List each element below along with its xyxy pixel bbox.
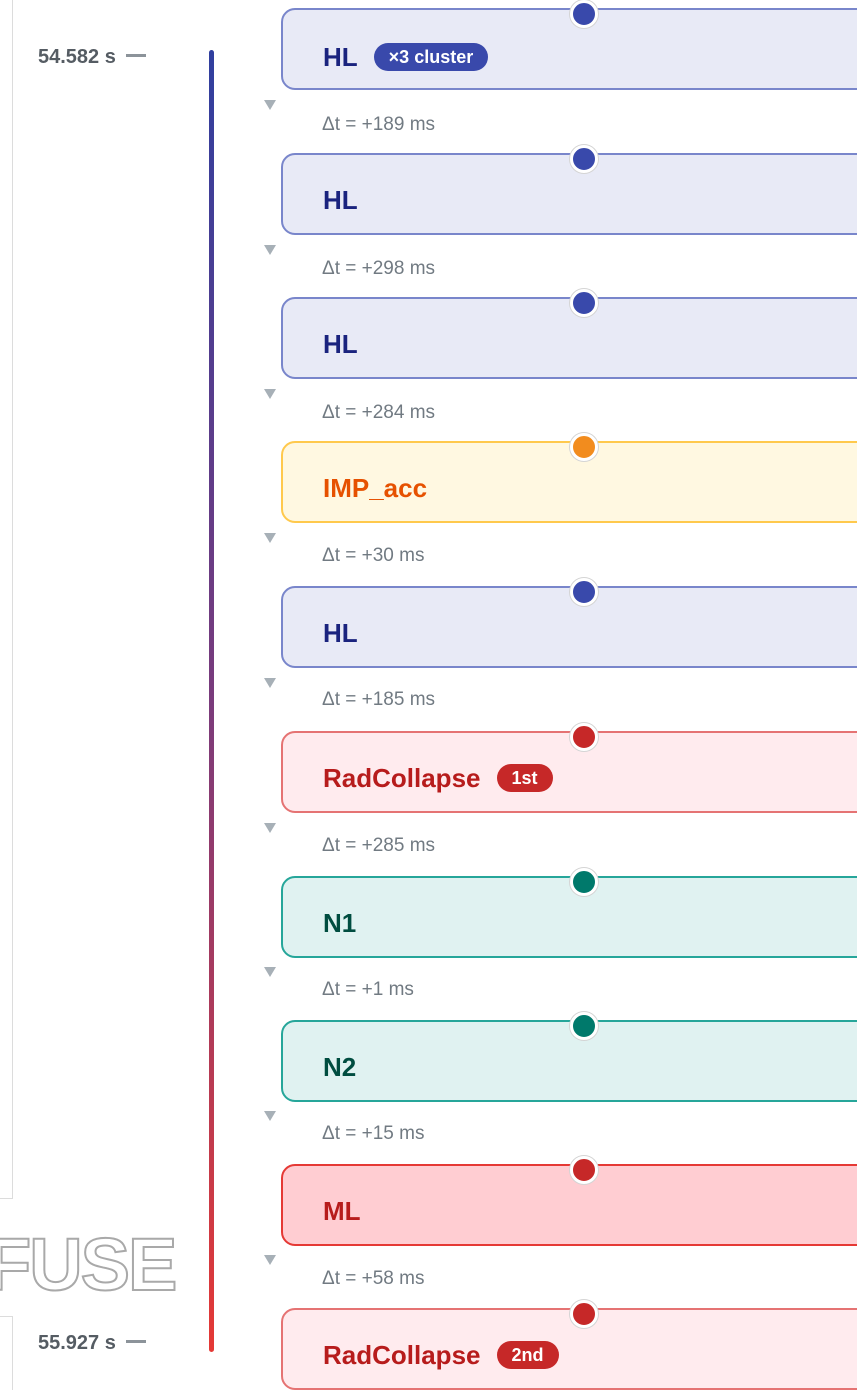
interval-label: Δt = +15 ms <box>322 1123 425 1144</box>
event-marker-dot <box>570 0 598 28</box>
event-marker-dot <box>570 1012 598 1040</box>
event-marker-dot <box>570 433 598 461</box>
sequence-arrow-icon <box>264 1111 276 1121</box>
event-label: N2 <box>323 1052 357 1082</box>
event-card[interactable]: HL <box>281 578 857 668</box>
event-card[interactable]: N2 <box>281 1012 857 1102</box>
interval-label: Δt = +185 ms <box>322 689 436 710</box>
event-card[interactable]: N1 <box>281 868 857 958</box>
sequence-arrow-icon <box>264 389 276 399</box>
event-badge: 2nd <box>496 1341 559 1369</box>
event-label: HL <box>323 185 358 215</box>
sequence-arrow-icon <box>264 533 276 543</box>
interval-label: Δt = +58 ms <box>322 1268 425 1289</box>
event-marker-dot <box>570 1300 598 1328</box>
sequence-arrow-icon <box>264 1255 276 1265</box>
event-marker-dot <box>570 1156 598 1184</box>
sequence-arrow-icon <box>264 823 276 833</box>
end-time-label: 55.927 s <box>38 1332 146 1355</box>
event-label: HL <box>323 618 358 648</box>
left-panel-border <box>0 0 13 1199</box>
event-card[interactable]: ML <box>281 1156 857 1246</box>
interval-label: Δt = +189 ms <box>322 114 436 135</box>
event-marker-dot <box>570 723 598 751</box>
interval-label: Δt = +298 ms <box>322 258 436 279</box>
interval-label: Δt = +284 ms <box>322 402 436 423</box>
event-label: RadCollapse 1st <box>323 763 553 793</box>
timeline-axis <box>209 50 214 1352</box>
event-marker-dot <box>570 868 598 896</box>
sequence-arrow-icon <box>264 245 276 255</box>
event-label: IMP_acc <box>323 473 428 503</box>
event-card[interactable]: HL <box>281 289 857 379</box>
watermark-logo: FUSE <box>0 1222 178 1307</box>
event-marker-dot <box>570 578 598 606</box>
event-label: HL <box>323 329 358 359</box>
event-card[interactable]: HL <box>281 145 857 235</box>
sequence-arrow-icon <box>264 967 276 977</box>
event-label: N1 <box>323 908 357 938</box>
event-label: RadCollapse 2nd <box>323 1340 559 1370</box>
sequence-arrow-icon <box>264 100 276 110</box>
event-card[interactable]: RadCollapse 2nd <box>281 1300 857 1390</box>
event-card[interactable]: IMP_acc <box>281 433 857 523</box>
event-marker-dot <box>570 289 598 317</box>
event-badge: ×3 cluster <box>373 43 489 71</box>
sequence-arrow-icon <box>264 678 276 688</box>
event-label: ML <box>323 1196 361 1226</box>
end-time-tick <box>125 1340 146 1344</box>
interval-label: Δt = +30 ms <box>322 545 425 566</box>
interval-label: Δt = +1 ms <box>322 979 414 1000</box>
interval-label: Δt = +285 ms <box>322 835 436 856</box>
event-badge: 1st <box>496 764 553 792</box>
start-time-tick <box>125 54 146 58</box>
left-panel-border-lower <box>0 1316 13 1390</box>
start-time-label: 54.582 s <box>38 46 146 69</box>
event-label: HL ×3 cluster <box>323 42 489 72</box>
event-marker-dot <box>570 145 598 173</box>
event-card[interactable]: HL ×3 cluster <box>281 0 857 90</box>
event-card[interactable]: RadCollapse 1st <box>281 723 857 813</box>
